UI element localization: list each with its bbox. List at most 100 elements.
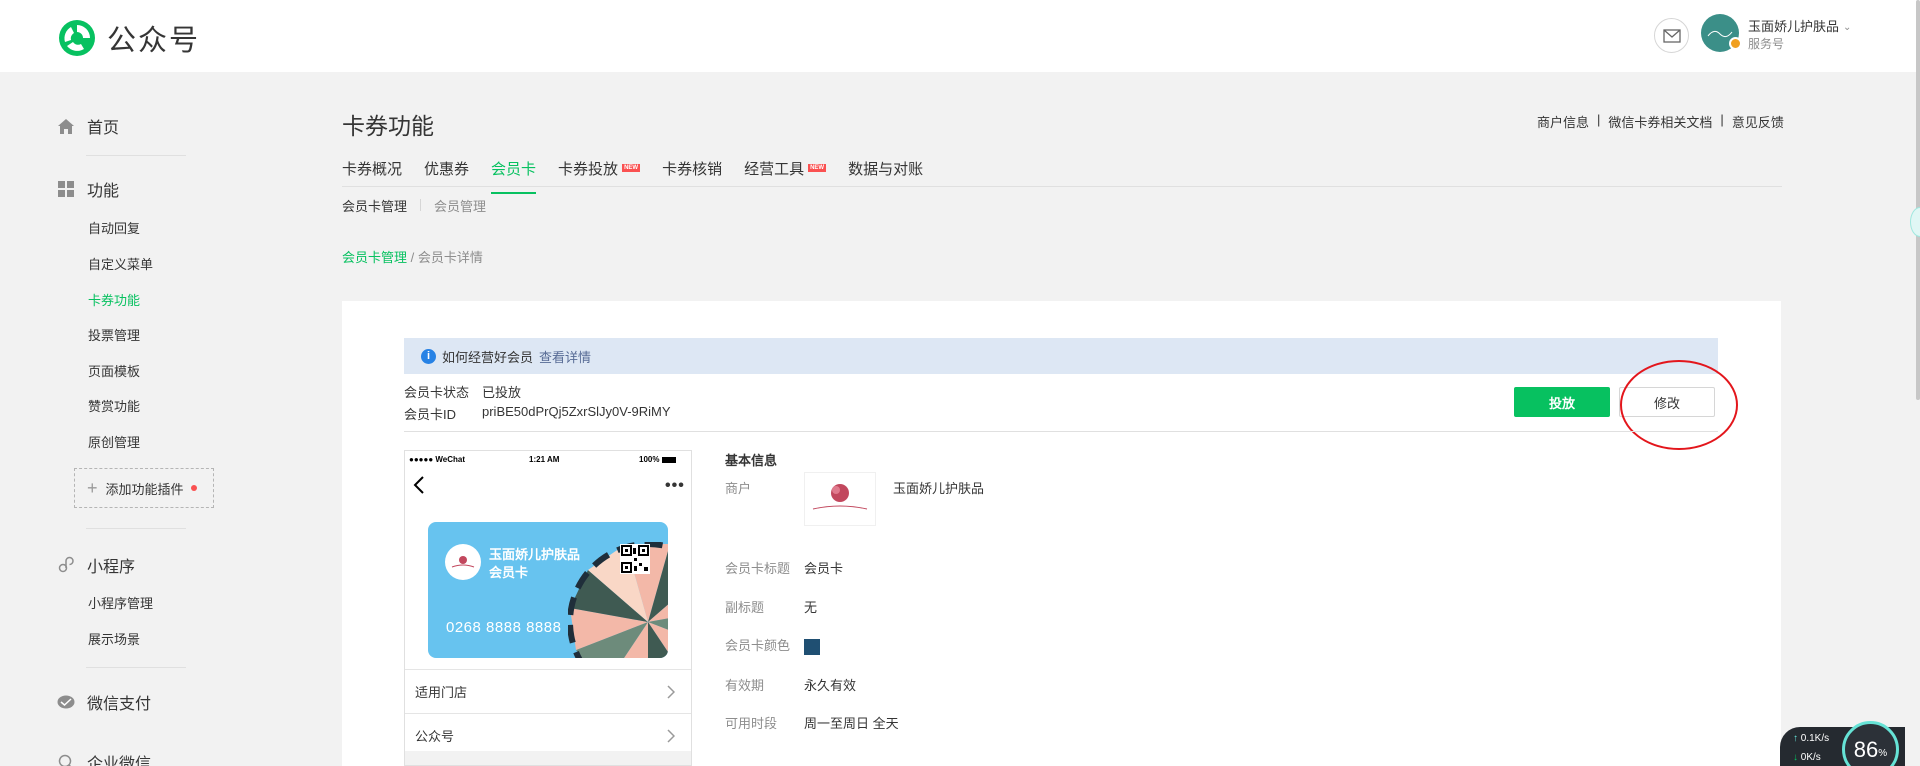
- phone-time: 1:21 AM: [529, 455, 560, 464]
- sidebar-group-work-wechat[interactable]: 企业微信: [57, 750, 151, 766]
- wechat-logo[interactable]: 公众号: [57, 17, 200, 59]
- account-name[interactable]: 玉面娇儿护肤品: [1748, 16, 1839, 35]
- publish-button[interactable]: 投放: [1514, 387, 1610, 417]
- sidebar-item-showcase[interactable]: 展示场景: [88, 629, 140, 648]
- sidebar-item-original[interactable]: 原创管理: [88, 432, 140, 451]
- card-id-value: priBE50dPrQj5ZxrSlJy0V-9RiMY: [482, 404, 671, 419]
- card-id-label: 会员卡ID: [404, 407, 457, 422]
- add-plugin-button[interactable]: + 添加功能插件: [74, 468, 214, 508]
- page-scrollbar[interactable]: [1916, 0, 1920, 400]
- card-title-label: 会员卡标题: [725, 561, 791, 576]
- upload-speed: ↑ 0.1K/s: [1793, 733, 1829, 744]
- merchant-logo-image-icon: [812, 484, 868, 510]
- tabs-divider: [342, 186, 1782, 187]
- sidebar-group-label: 首页: [87, 120, 120, 137]
- sidebar-item-custom-menu[interactable]: 自定义菜单: [88, 254, 153, 273]
- tip-text: 如何经营好会员: [442, 349, 534, 365]
- mail-button[interactable]: [1654, 18, 1689, 53]
- tab-label: 会员卡: [491, 161, 537, 178]
- sidebar-item-vote[interactable]: 投票管理: [88, 325, 140, 344]
- chevron-down-icon[interactable]: ⌄: [1843, 22, 1851, 33]
- sidebar-group-label: 微信支付: [87, 696, 152, 713]
- memory-percent-unit: %: [1878, 748, 1888, 759]
- arrow-up-icon: ↑: [1793, 733, 1798, 744]
- top-links: 商户信息 | 微信卡券相关文档 | 意见反馈: [1537, 112, 1784, 131]
- tab-label: 卡券核销: [662, 161, 723, 178]
- plus-icon: +: [87, 477, 98, 498]
- link-feedback[interactable]: 意见反馈: [1732, 112, 1784, 131]
- edit-button[interactable]: 修改: [1619, 387, 1715, 417]
- tab-overview[interactable]: 卡券概况: [342, 158, 402, 194]
- panel-divider: [404, 431, 1718, 432]
- card-flower-pattern-icon: [568, 542, 668, 658]
- sidebar-group-home[interactable]: 首页: [57, 114, 119, 138]
- tip-detail-link[interactable]: 查看详情: [539, 347, 591, 366]
- link-card-docs[interactable]: 微信卡券相关文档: [1608, 112, 1712, 131]
- avatar-logo-icon: [1707, 30, 1733, 38]
- top-bar: 公众号 玉面娇儿护肤品 服务号 ⌄: [0, 0, 1920, 72]
- wechat-pay-icon: [57, 693, 75, 711]
- grid-icon: [57, 180, 75, 198]
- home-icon: [57, 117, 75, 135]
- battery-status: 100%: [639, 455, 677, 464]
- available-time-value: 周一至周日 全天: [804, 716, 899, 731]
- sidebar-group-label: 小程序: [87, 559, 136, 576]
- mail-icon: [1662, 28, 1681, 43]
- merchant-value: 玉面娇儿护肤品: [893, 481, 985, 496]
- tab-data-reconciliation[interactable]: 数据与对账: [848, 158, 923, 194]
- sidebar-group-miniprogram[interactable]: 小程序: [57, 553, 135, 577]
- chevron-right-icon: [667, 729, 675, 743]
- tab-member-card[interactable]: 会员卡: [491, 158, 537, 194]
- sidebar-item-cards[interactable]: 卡券功能: [88, 290, 140, 309]
- sidebar-group-functions[interactable]: 功能: [57, 177, 119, 201]
- sidebar-item-auto-reply[interactable]: 自动回复: [88, 218, 140, 237]
- validity-label: 有效期: [725, 678, 765, 693]
- search-icon: [57, 753, 75, 766]
- download-speed: ↓ 0K/s: [1793, 752, 1821, 763]
- more-icon[interactable]: •••: [665, 477, 685, 495]
- sub-tabs: 会员卡管理 会员管理: [342, 196, 486, 215]
- tab-business-tools[interactable]: 经营工具 NEW: [744, 158, 827, 194]
- tab-redemption[interactable]: 卡券核销: [662, 158, 722, 194]
- arrow-down-icon: ↓: [1793, 752, 1798, 763]
- link-separator: |: [1597, 112, 1601, 127]
- card-color-label: 会员卡颜色: [725, 638, 791, 653]
- download-speed-text: 0K/s: [1800, 752, 1821, 763]
- sidebar-group-wechat-pay[interactable]: 微信支付: [57, 690, 151, 714]
- tab-distribution[interactable]: 卡券投放 NEW: [558, 158, 641, 194]
- memory-percent: 86: [1853, 736, 1879, 762]
- sidebar-item-reward[interactable]: 赞赏功能: [88, 396, 140, 415]
- qr-code-icon: [620, 544, 650, 574]
- subtab-member-manage[interactable]: 会员管理: [434, 196, 486, 215]
- breadcrumb-link[interactable]: 会员卡管理: [342, 250, 407, 265]
- tab-label: 经营工具: [744, 161, 805, 178]
- main-tabs: 卡券概况 优惠券 会员卡 卡券投放 NEW 卡券核销 经营工具 NEW 数据与对账: [342, 158, 945, 194]
- tab-coupons[interactable]: 优惠券: [424, 158, 469, 194]
- breadcrumb: 会员卡管理 / 会员卡详情: [342, 247, 483, 266]
- sidebar-divider: [86, 667, 186, 668]
- sidebar-item-miniprogram-manage[interactable]: 小程序管理: [88, 593, 153, 612]
- logo-text: 公众号: [107, 25, 201, 57]
- upload-speed-text: 0.1K/s: [1800, 733, 1830, 744]
- card-color-swatch: [804, 639, 820, 655]
- sidebar-group-label: 企业微信: [87, 756, 152, 766]
- merchant-label: 商户: [725, 481, 752, 496]
- tab-label: 数据与对账: [848, 161, 924, 178]
- edge-float-bubble[interactable]: [1910, 207, 1920, 237]
- phone-row-label: 适用门店: [415, 685, 468, 700]
- link-merchant-info[interactable]: 商户信息: [1537, 112, 1589, 131]
- merchant-logo: [804, 472, 876, 526]
- status-value: 已投放: [482, 385, 522, 400]
- member-card-preview: 玉面娇儿护肤品 会员卡 0268 8888 8888: [428, 522, 668, 658]
- phone-row-stores[interactable]: 适用门店: [405, 669, 691, 713]
- subtab-card-manage[interactable]: 会员卡管理: [342, 196, 407, 215]
- phone-footer-area: [405, 751, 691, 765]
- subtab-separator: [420, 199, 422, 211]
- tab-label: 卡券投放: [558, 161, 619, 178]
- sidebar-item-page-template[interactable]: 页面模板: [88, 361, 140, 380]
- notification-dot: [190, 485, 197, 491]
- logo-icon: [59, 20, 95, 56]
- back-icon[interactable]: [413, 475, 425, 495]
- subtitle-value: 无: [804, 600, 818, 615]
- status-row: 会员卡状态 已投放: [404, 382, 521, 401]
